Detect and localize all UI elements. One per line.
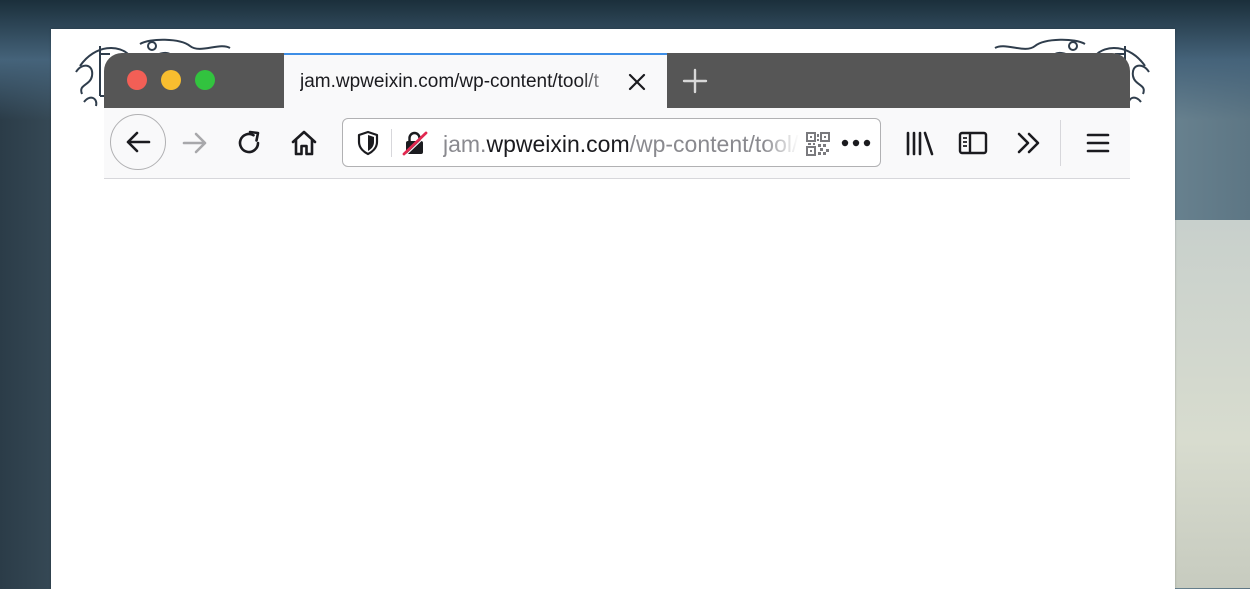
main-menu-button[interactable] xyxy=(1081,126,1115,160)
window-minimize-button[interactable] xyxy=(161,70,181,90)
window-zoom-button[interactable] xyxy=(195,70,215,90)
url-domain: wpweixin.com xyxy=(486,131,630,157)
sidebar-button[interactable] xyxy=(956,126,990,160)
tab-strip: jam.wpweixin.com/wp-content/tool/t xyxy=(104,53,1130,108)
url-prefix: jam. xyxy=(443,131,487,157)
url-bar-divider xyxy=(391,129,392,157)
home-button[interactable] xyxy=(287,126,321,160)
chevron-double-right-icon xyxy=(1017,132,1040,154)
shield-icon[interactable] xyxy=(355,130,381,156)
back-arrow-icon xyxy=(126,131,151,153)
tab-title: jam.wpweixin.com/wp-content/tool/t xyxy=(300,71,599,92)
url-bar[interactable]: jam.wpweixin.com/wp-content/tool/ xyxy=(342,118,881,167)
forward-arrow-icon xyxy=(182,132,207,154)
overflow-menu-button[interactable] xyxy=(1012,126,1046,160)
library-button[interactable] xyxy=(902,126,938,160)
url-path: /wp-content/tool/ xyxy=(629,131,799,157)
navigation-toolbar: jam.wpweixin.com/wp-content/tool/ xyxy=(104,108,1130,179)
plus-icon xyxy=(682,68,708,94)
insecure-lock-icon[interactable] xyxy=(401,130,429,156)
library-icon xyxy=(906,131,934,156)
toolbar-divider xyxy=(1060,120,1061,166)
back-button[interactable] xyxy=(110,114,166,170)
tab-active[interactable]: jam.wpweixin.com/wp-content/tool/t xyxy=(284,53,667,108)
forward-button[interactable] xyxy=(178,126,212,160)
new-tab-button[interactable] xyxy=(679,65,711,97)
desktop-background-right xyxy=(1170,220,1250,588)
reload-icon xyxy=(238,130,260,154)
browser-window: jam.wpweixin.com/wp-content/tool/t jam.w… xyxy=(104,53,1130,179)
sidebar-icon xyxy=(958,131,988,155)
close-icon[interactable] xyxy=(624,69,650,95)
more-horizontal-icon[interactable] xyxy=(840,130,872,156)
reload-button[interactable] xyxy=(232,126,266,160)
hamburger-menu-icon xyxy=(1086,133,1110,153)
url-text[interactable]: jam.wpweixin.com/wp-content/tool/ xyxy=(443,131,799,158)
window-close-button[interactable] xyxy=(127,70,147,90)
home-icon xyxy=(291,130,317,156)
qr-code-icon[interactable] xyxy=(805,131,831,157)
